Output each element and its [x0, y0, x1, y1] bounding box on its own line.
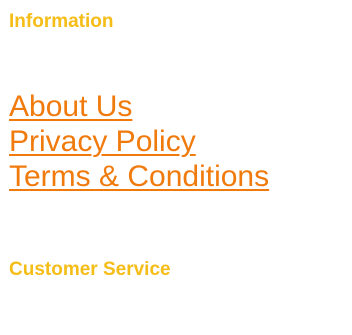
- list-item: Privacy Policy: [9, 124, 269, 159]
- information-heading: Information: [9, 11, 114, 32]
- information-links: About Us Privacy Policy Terms & Conditio…: [9, 89, 269, 194]
- customer-service-heading: Customer Service: [9, 259, 171, 280]
- terms-conditions-link[interactable]: Terms & Conditions: [9, 160, 269, 193]
- list-item: About Us: [9, 89, 269, 124]
- about-us-link[interactable]: About Us: [9, 90, 132, 123]
- privacy-policy-link[interactable]: Privacy Policy: [9, 125, 196, 158]
- list-item: Terms & Conditions: [9, 159, 269, 194]
